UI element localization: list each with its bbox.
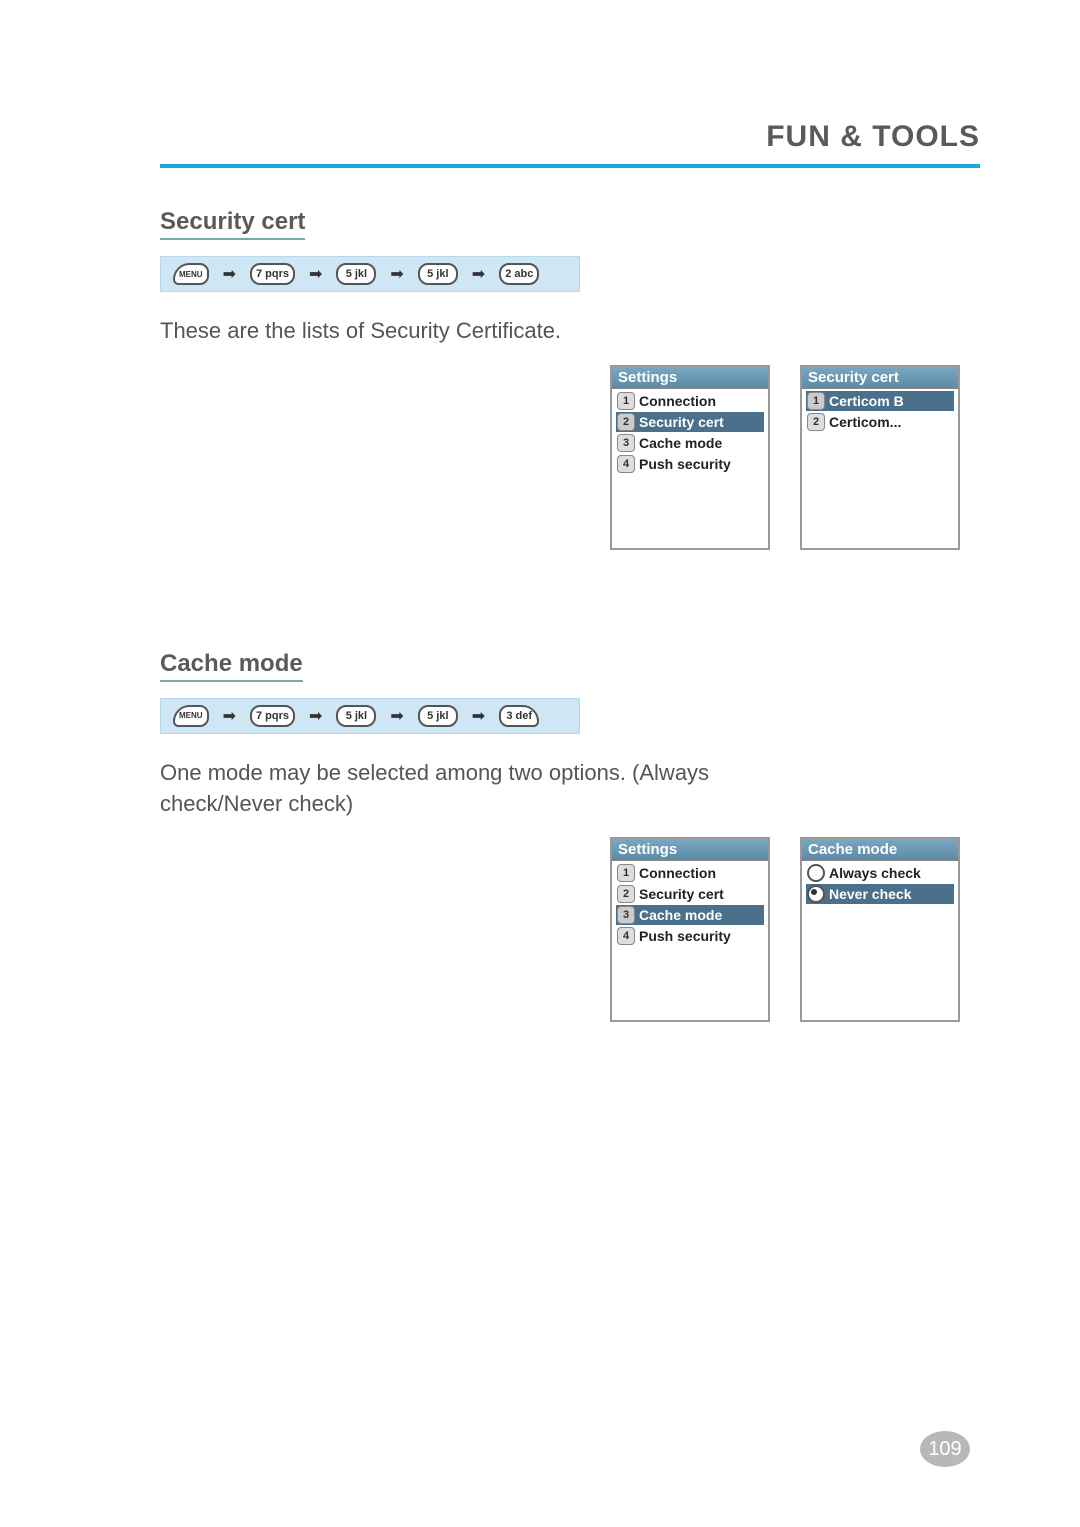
phone-header: Settings bbox=[612, 367, 768, 389]
arrow-icon: ➡ bbox=[472, 264, 485, 284]
key-3: 3 def bbox=[499, 705, 539, 727]
arrow-icon: ➡ bbox=[223, 264, 236, 284]
item-number: 3 bbox=[617, 434, 635, 452]
radio-item[interactable]: Never check bbox=[806, 884, 954, 904]
list-item[interactable]: 2 Certicom... bbox=[806, 412, 954, 432]
arrow-icon: ➡ bbox=[390, 706, 403, 726]
section-body: These are the lists of Security Certific… bbox=[160, 316, 780, 347]
key-menu: MENU bbox=[173, 705, 209, 727]
list-item[interactable]: 4 Push security bbox=[616, 926, 764, 946]
item-label: Cache mode bbox=[639, 907, 722, 923]
phone-header: Cache mode bbox=[802, 839, 958, 861]
list-item[interactable]: 1 Certicom B bbox=[806, 391, 954, 411]
phone-screen-settings: Settings 1 Connection 2 Security cert 3 … bbox=[610, 365, 770, 550]
list-item[interactable]: 4 Push security bbox=[616, 454, 764, 474]
key-5: 5 jkl bbox=[336, 705, 376, 727]
item-label: Push security bbox=[639, 456, 731, 472]
phone-list: 1 Certicom B 2 Certicom... bbox=[802, 389, 958, 434]
item-label: Connection bbox=[639, 865, 716, 881]
list-item[interactable]: 1 Connection bbox=[616, 391, 764, 411]
item-label: Connection bbox=[639, 393, 716, 409]
list-item[interactable]: 3 Cache mode bbox=[616, 905, 764, 925]
item-number: 4 bbox=[617, 455, 635, 473]
section-security-cert: Security cert MENU ➡ 7 pqrs ➡ 5 jkl ➡ 5 … bbox=[160, 168, 980, 550]
item-label: Certicom... bbox=[829, 414, 901, 430]
item-number: 4 bbox=[617, 927, 635, 945]
arrow-icon: ➡ bbox=[390, 264, 403, 284]
key-5: 5 jkl bbox=[418, 705, 458, 727]
key-7: 7 pqrs bbox=[250, 263, 295, 285]
list-item[interactable]: 3 Cache mode bbox=[616, 433, 764, 453]
list-item[interactable]: 1 Connection bbox=[616, 863, 764, 883]
item-label: Certicom B bbox=[829, 393, 904, 409]
item-number: 1 bbox=[617, 392, 635, 410]
item-number: 2 bbox=[807, 413, 825, 431]
page-header: FUN & TOOLS bbox=[160, 120, 980, 168]
radio-label: Never check bbox=[829, 886, 912, 902]
item-number: 2 bbox=[617, 413, 635, 431]
phone-header: Security cert bbox=[802, 367, 958, 389]
section-title: Security cert bbox=[160, 208, 305, 240]
screenshots-row: Settings 1 Connection 2 Security cert 3 … bbox=[160, 837, 980, 1022]
key-sequence: MENU ➡ 7 pqrs ➡ 5 jkl ➡ 5 jkl ➡ 2 abc bbox=[160, 256, 580, 292]
phone-screen-cache-mode: Cache mode Always check Never check bbox=[800, 837, 960, 1022]
key-menu: MENU bbox=[173, 263, 209, 285]
screenshots-row: Settings 1 Connection 2 Security cert 3 … bbox=[160, 365, 980, 550]
phone-list: Always check Never check bbox=[802, 861, 958, 906]
arrow-icon: ➡ bbox=[309, 264, 322, 284]
item-number: 1 bbox=[617, 864, 635, 882]
key-sequence: MENU ➡ 7 pqrs ➡ 5 jkl ➡ 5 jkl ➡ 3 def bbox=[160, 698, 580, 734]
phone-list: 1 Connection 2 Security cert 3 Cache mod… bbox=[612, 389, 768, 476]
section-cache-mode: Cache mode MENU ➡ 7 pqrs ➡ 5 jkl ➡ 5 jkl… bbox=[160, 610, 980, 1023]
item-number: 1 bbox=[807, 392, 825, 410]
phone-screen-settings: Settings 1 Connection 2 Security cert 3 … bbox=[610, 837, 770, 1022]
arrow-icon: ➡ bbox=[309, 706, 322, 726]
arrow-icon: ➡ bbox=[223, 706, 236, 726]
radio-icon bbox=[807, 885, 825, 903]
item-number: 2 bbox=[617, 885, 635, 903]
phone-screen-security-cert: Security cert 1 Certicom B 2 Certicom... bbox=[800, 365, 960, 550]
item-label: Security cert bbox=[639, 886, 724, 902]
radio-item[interactable]: Always check bbox=[806, 863, 954, 883]
phone-list: 1 Connection 2 Security cert 3 Cache mod… bbox=[612, 861, 768, 948]
page: FUN & TOOLS Security cert MENU ➡ 7 pqrs … bbox=[0, 0, 1080, 1527]
radio-label: Always check bbox=[829, 865, 921, 881]
item-label: Push security bbox=[639, 928, 731, 944]
radio-icon bbox=[807, 864, 825, 882]
item-number: 3 bbox=[617, 906, 635, 924]
key-2: 2 abc bbox=[499, 263, 539, 285]
item-label: Cache mode bbox=[639, 435, 722, 451]
section-title: Cache mode bbox=[160, 650, 303, 682]
key-5: 5 jkl bbox=[418, 263, 458, 285]
key-5: 5 jkl bbox=[336, 263, 376, 285]
phone-header: Settings bbox=[612, 839, 768, 861]
section-body: One mode may be selected among two optio… bbox=[160, 758, 780, 820]
page-number: 109 bbox=[920, 1431, 970, 1467]
item-label: Security cert bbox=[639, 414, 724, 430]
key-7: 7 pqrs bbox=[250, 705, 295, 727]
list-item[interactable]: 2 Security cert bbox=[616, 884, 764, 904]
arrow-icon: ➡ bbox=[472, 706, 485, 726]
list-item[interactable]: 2 Security cert bbox=[616, 412, 764, 432]
